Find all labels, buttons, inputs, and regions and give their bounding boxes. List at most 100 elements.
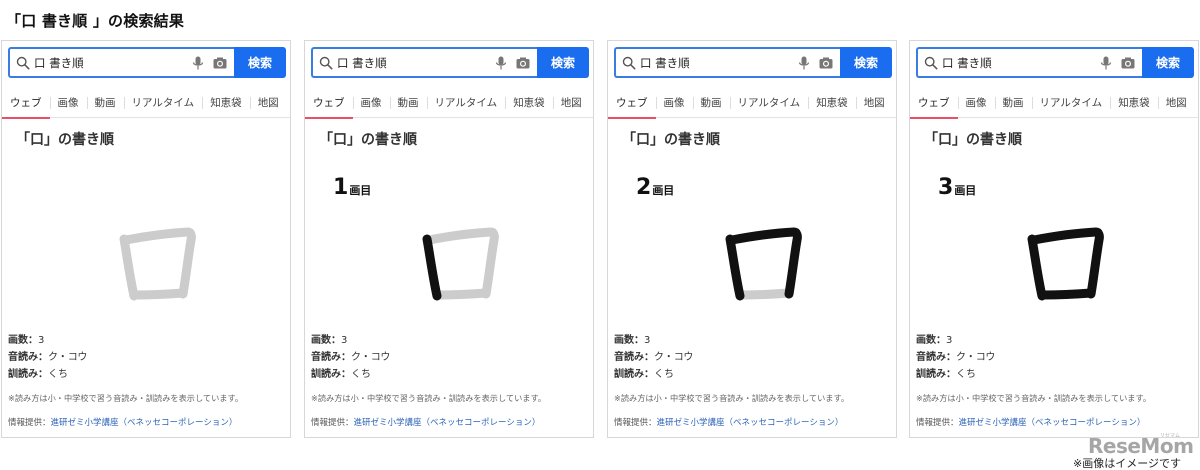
microphone-icon[interactable] <box>493 55 509 71</box>
result-title: 「口」の書き順 <box>622 132 720 148</box>
resemom-logo-sub: リセマム <box>1160 433 1181 439</box>
image-caption: ※画像はイメージです <box>1073 457 1181 470</box>
tab-5[interactable]: 地図 <box>1157 88 1195 118</box>
search-panel: 口 書き順 検索 ウェブ画像動画リアルタイム知恵袋地図 「口」の書き順 <box>1 40 291 438</box>
tab-3[interactable]: リアルタイム <box>426 88 506 118</box>
on-reading-value: ク・コウ <box>654 352 694 363</box>
on-reading-label: 音読み： <box>614 352 654 363</box>
kanji-stroke-3 <box>736 288 794 300</box>
stroke-count-row: 画数：3 <box>311 332 390 349</box>
search-button[interactable]: 検索 <box>234 47 286 78</box>
search-input[interactable]: 口 書き順 <box>8 47 234 78</box>
on-reading-row: 音読み：ク・コウ <box>614 349 693 366</box>
stroke-step-label: 3 画目 <box>938 175 976 200</box>
source-label: 情報提供： <box>311 418 354 428</box>
kanji-info: 画数：3 音読み：ク・コウ 訓読み：くち <box>311 332 390 383</box>
on-reading-value: ク・コウ <box>48 352 88 363</box>
search-tabs: ウェブ 画像 動画 リアルタイム 知恵袋 地図 <box>305 88 593 119</box>
tab-2[interactable]: 動画 <box>692 88 730 118</box>
source-link[interactable]: 進研ゼミ小学講座（ベネッセコーポレーション） <box>354 418 541 428</box>
source-link[interactable]: 進研ゼミ小学講座（ベネッセコーポレーション） <box>657 418 844 428</box>
kanji-stroke-1 <box>725 234 745 301</box>
stroke-step-label: 2 画目 <box>636 175 674 200</box>
tab-1[interactable]: 画像 <box>352 88 390 118</box>
search-panel: 口 書き順 検索 ウェブ画像動画リアルタイム知恵袋地図 「口」の書き順 <box>909 40 1199 438</box>
tab-5[interactable]: 地図 <box>249 88 287 118</box>
kanji-stroke-diagram <box>119 227 196 301</box>
tab-3[interactable]: リアルタイム <box>729 88 809 118</box>
search-input[interactable]: 口 書き順 <box>614 47 840 78</box>
on-reading-label: 音読み： <box>311 352 351 363</box>
kun-reading-row: 訓読み：くち <box>916 366 995 383</box>
tab-4[interactable]: 知恵袋 <box>808 88 856 118</box>
tab-0[interactable]: ウェブ <box>910 88 958 119</box>
source-link[interactable]: 進研ゼミ小学講座（ベネッセコーポレーション） <box>51 418 238 428</box>
reading-note: ※読み方は小・中学校で習う音読み・訓読みを表示しています。 <box>8 393 244 403</box>
source-link[interactable]: 進研ゼミ小学講座（ベネッセコーポレーション） <box>959 418 1146 428</box>
tab-0[interactable]: ウェブ <box>2 88 50 119</box>
kun-reading-row: 訓読み：くち <box>8 366 87 383</box>
search-tabs: ウェブ 画像 動画 リアルタイム 知恵袋 地図 <box>2 88 290 119</box>
kanji-stroke-diagram <box>725 227 802 301</box>
microphone-icon[interactable] <box>1098 55 1114 71</box>
tab-0[interactable]: ウェブ <box>608 88 656 119</box>
search-icon <box>16 56 30 69</box>
result-title: 「口」の書き順 <box>924 132 1022 148</box>
search-panel: 口 書き順 検索 ウェブ画像動画リアルタイム知恵袋地図 「口」の書き順 <box>304 40 594 438</box>
tab-4[interactable]: 知恵袋 <box>505 88 553 118</box>
kanji-stroke-3 <box>1038 288 1096 300</box>
kun-reading-value: くち <box>956 369 976 380</box>
source-label: 情報提供： <box>8 418 51 428</box>
result-title: 「口」の書き順 <box>16 132 114 148</box>
tab-5[interactable]: 地図 <box>552 88 590 118</box>
search-button[interactable]: 検索 <box>537 47 589 78</box>
microphone-icon[interactable] <box>190 55 206 71</box>
search-button[interactable]: 検索 <box>1142 47 1194 78</box>
stroke-count-row: 画数：3 <box>916 332 995 349</box>
search-input[interactable]: 口 書き順 <box>916 47 1142 78</box>
kun-reading-label: 訓読み： <box>614 369 654 380</box>
camera-icon[interactable] <box>1120 55 1136 71</box>
tab-0[interactable]: ウェブ <box>305 88 353 119</box>
search-bar: 口 書き順 検索 <box>614 47 892 78</box>
stroke-step-unit: 画目 <box>954 184 977 197</box>
stroke-count-label: 画数： <box>8 335 38 346</box>
camera-icon[interactable] <box>212 55 228 71</box>
tab-2[interactable]: 動画 <box>389 88 427 118</box>
kun-reading-label: 訓読み： <box>916 369 956 380</box>
search-input[interactable]: 口 書き順 <box>311 47 537 78</box>
kun-reading-value: くち <box>654 369 674 380</box>
search-tabs: ウェブ 画像 動画 リアルタイム 知恵袋 地図 <box>608 88 896 119</box>
stroke-step-unit: 画目 <box>349 184 372 197</box>
tab-5[interactable]: 地図 <box>855 88 893 118</box>
stroke-step-number: 3 <box>938 175 954 200</box>
tab-4[interactable]: 知恵袋 <box>1110 88 1158 118</box>
tab-2[interactable]: 動画 <box>994 88 1032 118</box>
tab-1[interactable]: 画像 <box>957 88 995 118</box>
on-reading-label: 音読み： <box>8 352 48 363</box>
search-button[interactable]: 検索 <box>840 47 892 78</box>
source-credit: 情報提供：進研ゼミ小学講座（ベネッセコーポレーション） <box>311 416 540 428</box>
reading-note: ※読み方は小・中学校で習う音読み・訓読みを表示しています。 <box>614 393 850 403</box>
tab-3[interactable]: リアルタイム <box>123 88 203 118</box>
source-credit: 情報提供：進研ゼミ小学講座（ベネッセコーポレーション） <box>916 416 1145 428</box>
search-icon <box>622 56 636 69</box>
camera-icon[interactable] <box>818 55 834 71</box>
kun-reading-value: くち <box>48 369 68 380</box>
tab-3[interactable]: リアルタイム <box>1031 88 1111 118</box>
stroke-step-number: 2 <box>636 175 652 200</box>
microphone-icon[interactable] <box>796 55 812 71</box>
tab-4[interactable]: 知恵袋 <box>202 88 250 118</box>
stroke-step-number: 1 <box>333 175 349 200</box>
search-query: 口 書き順 <box>34 55 84 70</box>
search-query: 口 書き順 <box>942 55 992 70</box>
camera-icon[interactable] <box>515 55 531 71</box>
kanji-info: 画数：3 音読み：ク・コウ 訓読み：くち <box>8 332 87 383</box>
reading-note: ※読み方は小・中学校で習う音読み・訓読みを表示しています。 <box>311 393 547 403</box>
tab-1[interactable]: 画像 <box>49 88 87 118</box>
stroke-count-row: 画数：3 <box>8 332 87 349</box>
search-tabs: ウェブ 画像 動画 リアルタイム 知恵袋 地図 <box>910 88 1198 119</box>
on-reading-row: 音読み：ク・コウ <box>916 349 995 366</box>
tab-1[interactable]: 画像 <box>655 88 693 118</box>
tab-2[interactable]: 動画 <box>86 88 124 118</box>
